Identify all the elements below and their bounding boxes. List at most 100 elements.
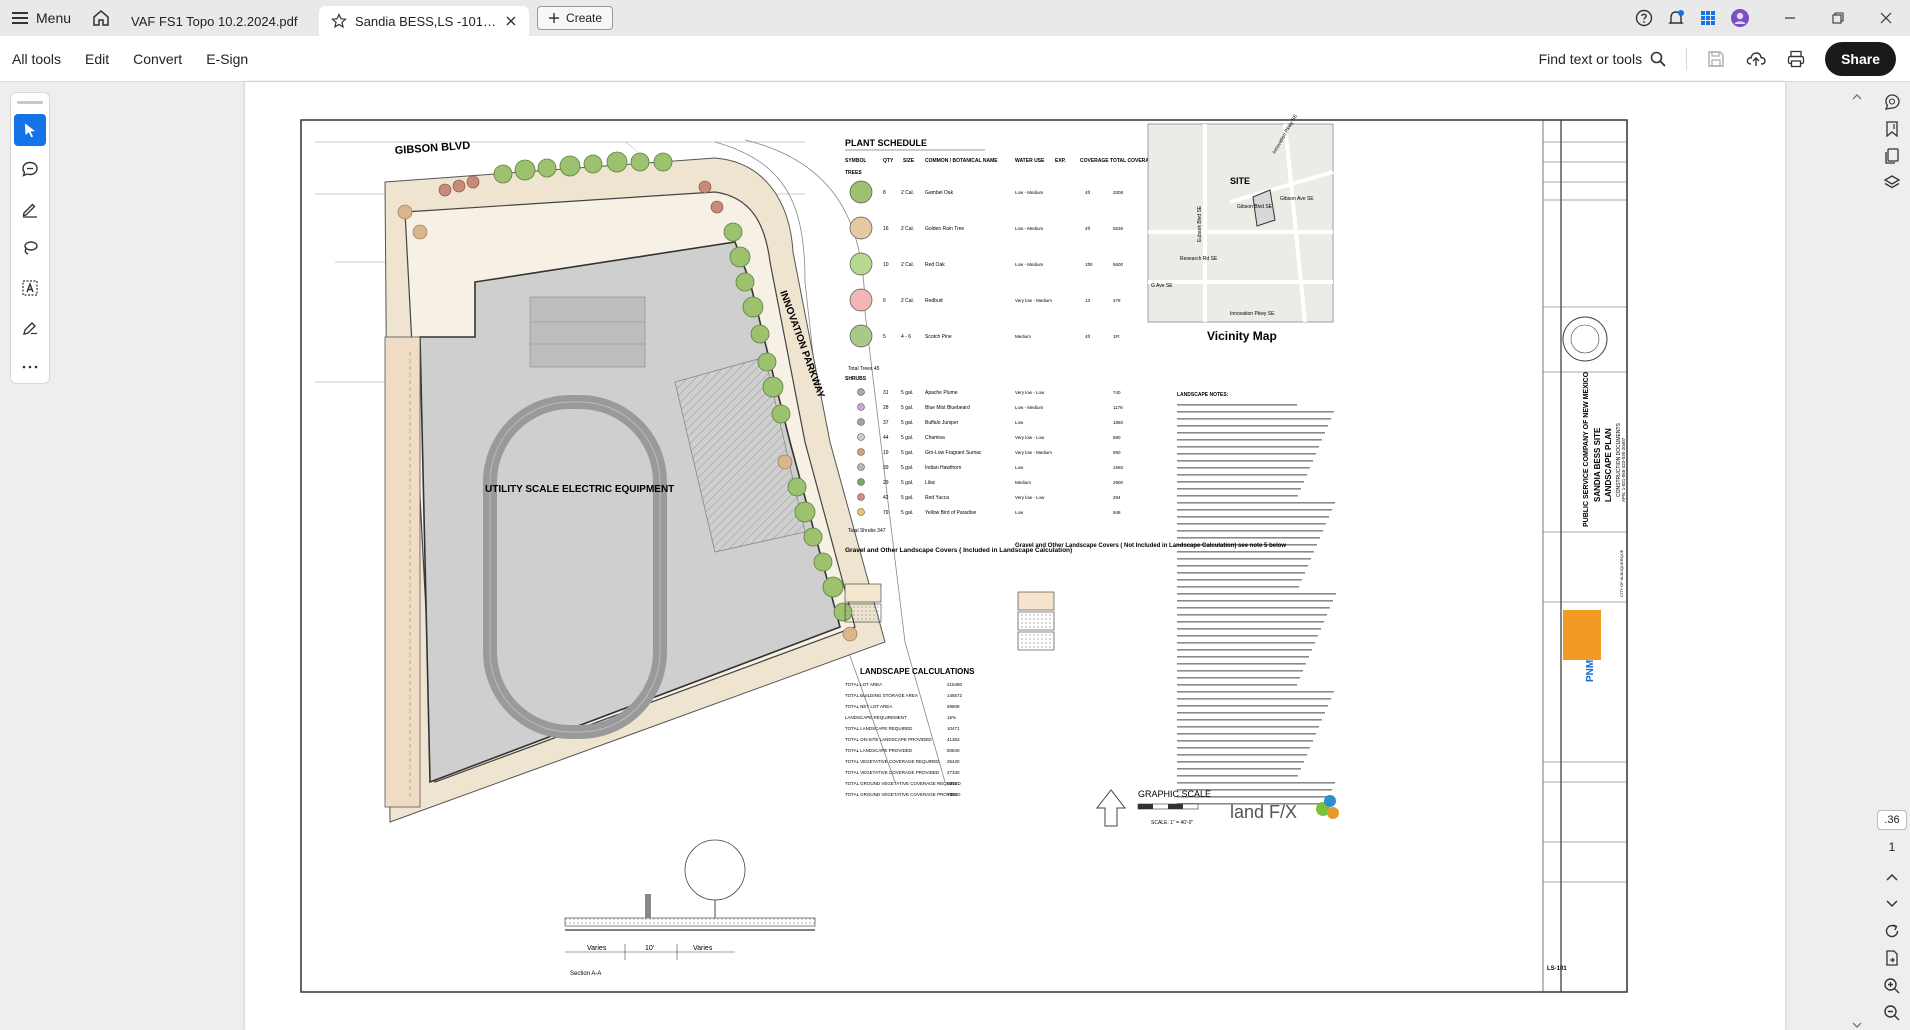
extract-page-button[interactable] [1877, 949, 1907, 968]
rotate-button[interactable] [1877, 922, 1907, 941]
tree-size: 2 Cal. [901, 226, 914, 232]
site-label: SITE [1230, 176, 1250, 186]
menu-convert[interactable]: Convert [121, 51, 194, 67]
vertical-scrollbar[interactable] [1850, 92, 1864, 1030]
shrub-name: Indian Hawthorn [925, 465, 962, 471]
apps-grid-icon[interactable] [1692, 0, 1724, 36]
sign-tool[interactable] [14, 312, 46, 344]
comments-panel-button[interactable] [1877, 92, 1907, 111]
more-tools-button[interactable] [14, 351, 46, 383]
scroll-up-icon[interactable] [1850, 92, 1864, 102]
find-label: Find text or tools [1538, 50, 1643, 67]
tree-name: Redbud [925, 298, 943, 304]
shrub-water: Very low - Low [1015, 495, 1045, 500]
tab-sandia-bess[interactable]: Sandia BESS,LS -101r col... [319, 6, 530, 36]
calc-label: TOTAL GROUND VEGETATIVE COVERAGE REQUIRE… [845, 781, 962, 786]
create-button[interactable]: Create [537, 6, 614, 30]
draw-tool[interactable] [14, 233, 46, 265]
more-horizontal-icon [22, 365, 38, 369]
menu-all-tools[interactable]: All tools [0, 51, 73, 67]
note-line [1177, 656, 1309, 658]
shrub-water: Low [1015, 465, 1024, 470]
note-line [1177, 593, 1336, 595]
star-icon[interactable] [331, 13, 347, 29]
shrub-total-coverage: 1176 [1113, 405, 1123, 410]
print-button[interactable] [1779, 42, 1813, 76]
layers-panel-button[interactable] [1877, 173, 1907, 192]
bell-icon[interactable] [1660, 0, 1692, 36]
save-button[interactable] [1699, 42, 1733, 76]
tree-symbol [849, 216, 873, 240]
highlight-tool[interactable] [14, 193, 46, 225]
menu-esign[interactable]: E-Sign [194, 51, 260, 67]
find-text-or-tools[interactable]: Find text or tools [1531, 51, 1675, 67]
shrub-symbol [857, 433, 865, 441]
street-label: Research Rd SE [1180, 256, 1218, 262]
shrub-qty: 44 [883, 435, 889, 441]
restore-button[interactable] [1814, 0, 1862, 36]
help-icon[interactable] [1628, 0, 1660, 36]
calc-label: TOTAL LOT AREA [845, 682, 882, 687]
scroll-down-icon[interactable] [1850, 1020, 1864, 1030]
menu-edit[interactable]: Edit [73, 51, 121, 67]
note-line [1177, 516, 1329, 518]
menu-button[interactable]: Menu [0, 0, 83, 36]
shrubs-label: SHRUBS [845, 376, 867, 382]
zoom-in-button[interactable] [1877, 976, 1907, 995]
shrub-total-coverage: 880 [1113, 435, 1121, 440]
upload-cloud-button[interactable] [1739, 42, 1773, 76]
col-header: SYMBOL [845, 158, 866, 164]
note-line [1177, 775, 1298, 777]
home-button[interactable] [83, 0, 119, 36]
shrub-name: Apache Plume [925, 390, 958, 396]
shrub-total-coverage: 948 [1113, 510, 1121, 515]
text-box-tool[interactable] [14, 272, 46, 304]
bookmarks-panel-button[interactable] [1877, 119, 1907, 138]
page-total: 1 [1888, 839, 1896, 854]
calc-value: 69808 [947, 704, 960, 709]
shrub-total-coverage: 2900 [1113, 480, 1124, 485]
share-button[interactable]: Share [1825, 41, 1896, 76]
shrub-qty: 28 [883, 405, 889, 411]
note-line [1177, 460, 1313, 462]
note-line [1177, 453, 1316, 455]
shrub-water: Low [1015, 420, 1024, 425]
tree-name: Scotch Pine [925, 334, 952, 340]
document-viewport[interactable]: GIBSON BLVD INNOVATION PARKWAY UTILITY S… [60, 82, 1850, 1030]
note-line [1177, 621, 1324, 623]
shrub-qty: 39 [883, 465, 889, 471]
col-header: COMMON / BOTANICAL NAME [925, 158, 998, 164]
avatar[interactable] [1724, 0, 1756, 36]
street-label: Innovation Pkwy SE [1230, 311, 1275, 317]
minimize-button[interactable] [1766, 0, 1814, 36]
note-line [1177, 509, 1332, 511]
note-line [1177, 558, 1311, 560]
equipment-label: UTILITY SCALE ELECTRIC EQUIPMENT [485, 484, 674, 495]
page-number-input[interactable]: .36 [1877, 810, 1907, 830]
col-header: EXP. [1055, 158, 1066, 164]
shrub-size: 5 gal. [901, 420, 913, 426]
left-tool-rail [10, 92, 50, 384]
calc-label: TOTAL ON-SITE LANDSCAPE PROVIDED [845, 737, 932, 742]
previous-page-button[interactable] [1877, 868, 1907, 887]
note-line [1177, 740, 1313, 742]
close-window-button[interactable] [1862, 0, 1910, 36]
menu-label: Menu [36, 10, 72, 26]
pages-panel-button[interactable] [1877, 146, 1907, 165]
shrub-size: 5 gal. [901, 480, 913, 486]
zoom-out-button[interactable] [1877, 1003, 1907, 1022]
rail-grip[interactable] [17, 101, 43, 104]
comment-tool[interactable] [14, 154, 46, 186]
trees-label: TREES [845, 170, 862, 176]
select-tool[interactable] [14, 113, 46, 146]
shrub-name: Yellow Bird of Paradise [925, 510, 976, 516]
tree-water: Low - Medium [1015, 226, 1044, 231]
next-page-button[interactable] [1877, 895, 1907, 914]
calc-value: 41353 [947, 737, 960, 742]
calc-label: TOTAL VEGETATIVE COVERAGE REQUIRED [845, 759, 940, 764]
tree-qty: 5 [883, 334, 886, 340]
tab-topo-pdf[interactable]: VAF FS1 Topo 10.2.2024.pdf [119, 6, 319, 36]
lasso-icon [24, 241, 38, 256]
street-label: Eubank Blvd SE [1197, 205, 1203, 242]
close-icon[interactable] [505, 15, 517, 27]
